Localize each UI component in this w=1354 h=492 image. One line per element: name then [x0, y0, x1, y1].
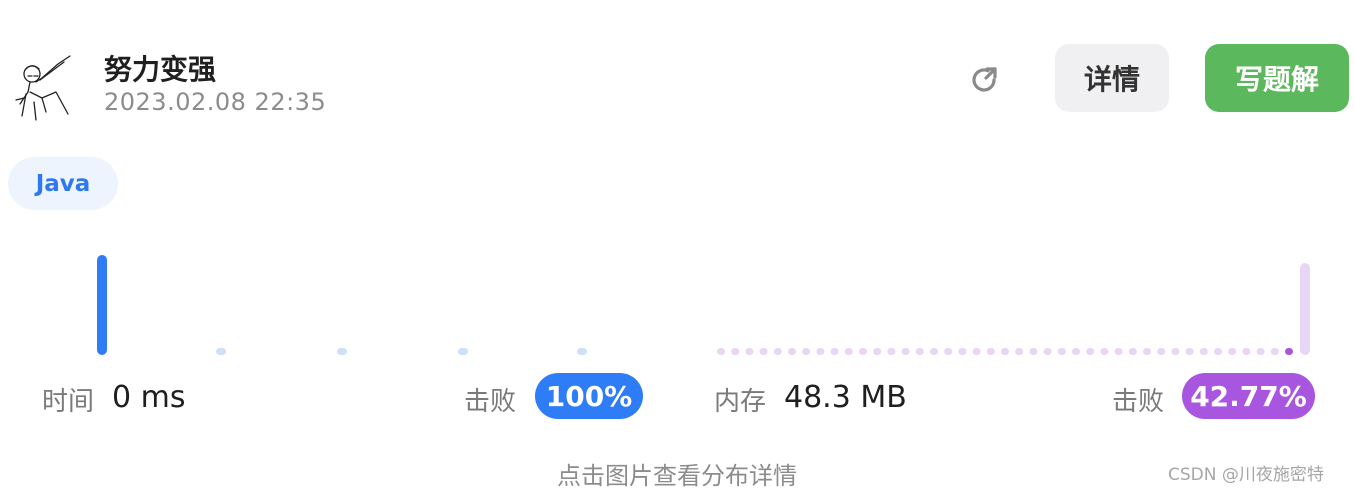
language-tag: Java: [8, 157, 118, 210]
runtime-bar: [216, 348, 226, 355]
runtime-label: 时间: [42, 387, 95, 417]
memory-beat-badge: 42.77%: [1182, 373, 1315, 419]
memory-bar: [1043, 348, 1052, 355]
memory-bar-highlighted: [1285, 348, 1293, 355]
memory-bar: [1157, 348, 1166, 355]
runtime-beat-label: 击败: [464, 387, 517, 417]
memory-bar: [773, 348, 782, 355]
watermark: CSDN @川夜施密特: [1168, 465, 1324, 485]
memory-bar: [1001, 348, 1009, 355]
memory-bar: [915, 348, 924, 355]
runtime-value: 0 ms: [112, 380, 186, 415]
runtime-beat-badge: 100%: [535, 373, 643, 419]
runtime-bar: [458, 348, 468, 355]
details-button[interactable]: 详情: [1055, 44, 1169, 112]
memory-bar: [759, 348, 768, 355]
username: 努力变强: [104, 53, 217, 86]
memory-bar: [816, 348, 825, 355]
memory-bar: [830, 348, 839, 355]
memory-value: 48.3 MB: [784, 380, 907, 415]
memory-bar: [802, 348, 811, 355]
memory-bar: [1300, 263, 1310, 355]
memory-label: 内存: [714, 387, 767, 417]
memory-bar: [1242, 348, 1251, 355]
memory-bar: [745, 348, 754, 355]
memory-bar: [1185, 348, 1194, 355]
runtime-bar: [577, 348, 587, 355]
refresh-icon[interactable]: [964, 60, 1004, 100]
memory-bar: [1086, 348, 1095, 355]
memory-bar: [901, 348, 910, 355]
memory-bar: [1072, 348, 1080, 355]
avatar: [12, 52, 72, 124]
memory-bar: [1128, 348, 1137, 355]
memory-bar: [958, 348, 967, 355]
memory-beat-label: 击败: [1112, 387, 1165, 417]
memory-bar: [1029, 348, 1038, 355]
memory-bar: [1256, 348, 1265, 355]
runtime-distribution-chart[interactable]: [60, 245, 680, 365]
memory-bar: [944, 348, 953, 355]
runtime-bar-highlighted: [97, 255, 107, 355]
memory-bar: [717, 348, 725, 355]
memory-bar: [1100, 348, 1109, 355]
memory-bar: [873, 348, 882, 355]
memory-bar: [1228, 348, 1237, 355]
memory-bar: [986, 348, 995, 355]
memory-bar: [1015, 348, 1024, 355]
memory-distribution-chart[interactable]: [700, 245, 1320, 365]
memory-bar: [859, 348, 867, 355]
memory-bar: [1199, 348, 1208, 355]
memory-bar: [1143, 348, 1151, 355]
memory-bar: [1270, 348, 1279, 355]
submission-timestamp: 2023.02.08 22:35: [104, 88, 327, 116]
memory-bar: [1114, 348, 1123, 355]
write-solution-button[interactable]: 写题解: [1205, 44, 1349, 112]
memory-bar: [1214, 348, 1222, 355]
runtime-bar: [337, 348, 347, 355]
memory-bar: [844, 348, 853, 355]
memory-bar: [1057, 348, 1066, 355]
memory-bar: [788, 348, 796, 355]
memory-bar: [887, 348, 896, 355]
memory-bar: [1171, 348, 1180, 355]
distribution-hint[interactable]: 点击图片查看分布详情: [0, 456, 1354, 491]
memory-bar: [731, 348, 740, 355]
memory-bar: [972, 348, 981, 355]
memory-bar: [930, 348, 938, 355]
